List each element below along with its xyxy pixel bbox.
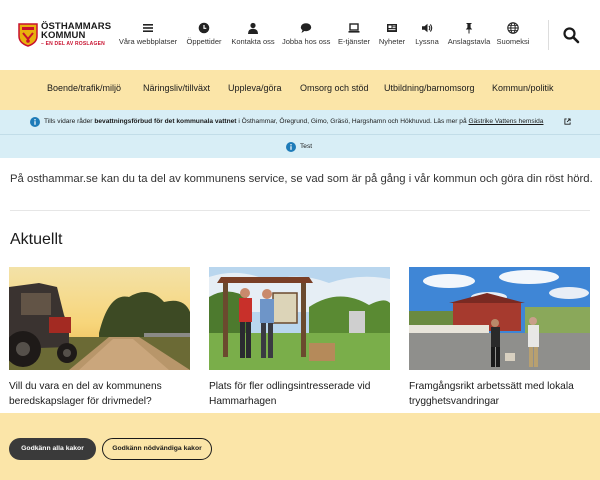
main-nav-item-leisure[interactable]: Uppleva/göra: [228, 83, 282, 93]
top-nav-item-contact[interactable]: Kontakta oss: [230, 22, 276, 52]
pin-icon: [465, 23, 473, 34]
speaker-icon: [422, 23, 433, 33]
top-nav-item-eservices[interactable]: E-tjänster: [334, 22, 374, 52]
top-nav-label: Kontakta oss: [231, 37, 275, 46]
site-header: ÖSTHAMMARS KOMMUN – EN DEL AV ROSLAGEN V…: [0, 0, 600, 70]
globe-icon: [507, 22, 519, 34]
news-heading: Aktuellt: [10, 231, 63, 248]
top-nav-item-noticeboard[interactable]: Anslagstavla: [446, 22, 492, 52]
alert-banner-test: Test: [0, 134, 600, 158]
gastrike-vatten-link[interactable]: Gästrike Vattens hemsida: [468, 118, 543, 125]
coat-of-arms-icon: [18, 23, 38, 47]
alert-text: Tills vidare råder bevattningsförbud för…: [44, 118, 544, 125]
main-nav-item-education[interactable]: Utbildning/barnomsorg: [384, 83, 475, 93]
page: ÖSTHAMMARS KOMMUN – EN DEL AV ROSLAGEN V…: [0, 0, 600, 480]
top-nav-item-hours[interactable]: Öppettider: [182, 22, 226, 52]
accept-all-cookies-button[interactable]: Godkänn alla kakor: [9, 438, 96, 460]
header-divider: [548, 20, 549, 50]
menu-icon: [143, 24, 153, 32]
news-card[interactable]: Vill du vara en del av kommunens beredsk…: [9, 267, 190, 407]
logo-text: KOMMUN: [41, 30, 86, 41]
top-nav-item-news[interactable]: Nyheter: [376, 22, 408, 52]
top-nav-item-listen[interactable]: Lyssna: [412, 22, 442, 52]
top-nav-label: Öppettider: [186, 37, 222, 46]
news-card-title[interactable]: Vill du vara en del av kommunens beredsk…: [9, 379, 190, 409]
accept-necessary-cookies-button[interactable]: Godkänn nödvändiga kakor: [102, 438, 212, 460]
top-nav-label: Våra webbplatser: [118, 37, 178, 46]
news-card-title[interactable]: Plats för fler odlingsintresserade vid H…: [209, 379, 390, 409]
main-nav-item-politics[interactable]: Kommun/politik: [492, 83, 554, 93]
news-image-town-walk: [409, 267, 590, 370]
cookie-consent-bar: Godkänn alla kakor Godkänn nödvändiga ka…: [0, 413, 600, 480]
top-nav-label: Jobba hos oss: [282, 37, 331, 46]
site-logo[interactable]: ÖSTHAMMARS KOMMUN – EN DEL AV ROSLAGEN: [18, 22, 111, 50]
news-image-tractor: [9, 267, 190, 370]
top-nav-item-jobs[interactable]: Jobba hos oss: [282, 22, 330, 52]
intro-text: På osthammar.se kan du ta del av kommune…: [10, 173, 593, 185]
top-nav-item-finnish[interactable]: Suomeksi: [496, 22, 530, 52]
search-icon[interactable]: [562, 26, 580, 44]
main-navigation: Boende/trafik/miljö Näringsliv/tillväxt …: [0, 70, 600, 110]
newspaper-icon: [387, 24, 397, 32]
alert-emphasis: bevattningsförbud för det kommunala vatt…: [94, 118, 237, 125]
top-nav-label: Anslagstavla: [447, 37, 491, 46]
alert-banner-water: Tills vidare råder bevattningsförbud för…: [0, 110, 600, 134]
news-image-garden: [209, 267, 390, 370]
news-card[interactable]: Plats för fler odlingsintresserade vid H…: [209, 267, 390, 407]
chat-bubble-icon: [300, 23, 312, 33]
info-icon: [286, 142, 296, 152]
main-nav-item-housing[interactable]: Boende/trafik/miljö: [47, 83, 121, 93]
external-link-icon: [564, 118, 571, 125]
divider: [10, 210, 590, 211]
news-card-title[interactable]: Framgångsrikt arbetssätt med lokala tryg…: [409, 379, 590, 409]
alert-text: Test: [300, 143, 313, 150]
logo-tagline: – EN DEL AV ROSLAGEN: [41, 41, 105, 47]
laptop-icon: [348, 23, 360, 33]
top-nav-label: Suomeksi: [496, 37, 530, 46]
info-icon: [30, 117, 40, 127]
top-nav-label: Lyssna: [415, 37, 439, 46]
main-nav-item-business[interactable]: Näringsliv/tillväxt: [143, 83, 210, 93]
clock-icon: [198, 22, 210, 34]
top-nav-label: Nyheter: [378, 37, 406, 46]
person-icon: [248, 22, 258, 34]
top-nav-label: E-tjänster: [337, 37, 371, 46]
main-nav-item-care[interactable]: Omsorg och stöd: [300, 83, 369, 93]
top-nav-item-sites[interactable]: Våra webbplatser: [118, 22, 178, 52]
news-card[interactable]: Framgångsrikt arbetssätt med lokala tryg…: [409, 267, 590, 407]
